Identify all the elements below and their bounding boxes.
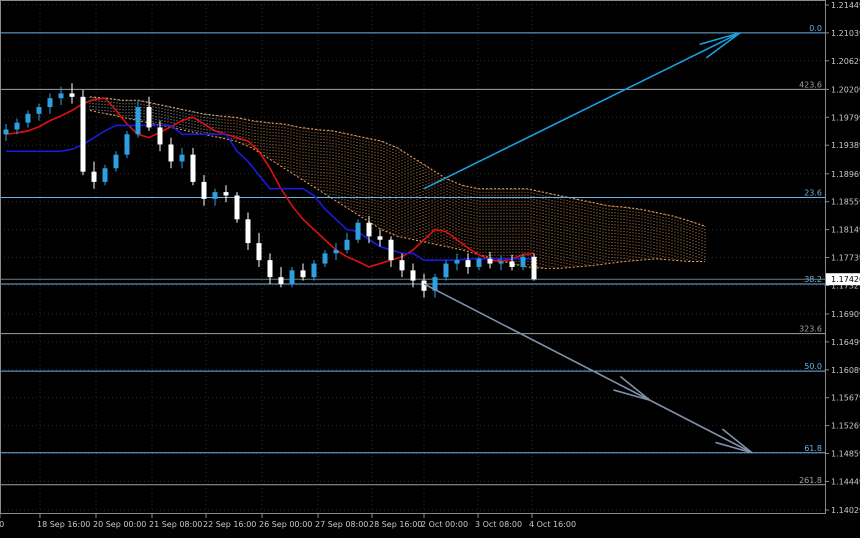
candle-body[interactable]: [377, 236, 383, 240]
price-axis-label: 1.18969: [831, 170, 860, 179]
fib-level-label: 261.8: [799, 476, 822, 485]
candle-body[interactable]: [366, 222, 372, 237]
price-axis-label: 1.20629: [831, 57, 860, 66]
candle-body[interactable]: [58, 93, 64, 99]
price-axis-label: 1.16909: [831, 310, 860, 319]
time-axis-label: 22 Sep 16:00: [203, 520, 256, 529]
candle-body[interactable]: [531, 256, 537, 280]
price-chart[interactable]: 0.0423.623.638.2323.650.061.8261.81.2144…: [0, 0, 860, 534]
fib-level-label: 423.6: [799, 80, 822, 89]
price-axis-label: 1.21449: [831, 1, 860, 10]
candle-body[interactable]: [256, 243, 262, 261]
time-axis-label: 2 Oct 00:00: [421, 520, 468, 529]
price-axis-label: 1.14449: [831, 477, 860, 486]
time-axis-label: 21 Sep 08:00: [149, 520, 202, 529]
time-axis-label: 00: [0, 520, 4, 529]
candle-body[interactable]: [36, 107, 42, 114]
fib-level-label: 50.0: [804, 362, 822, 371]
price-axis-label: 1.14029: [831, 506, 860, 515]
candle-body[interactable]: [80, 96, 86, 172]
candle-body[interactable]: [157, 127, 163, 145]
candle-body[interactable]: [399, 260, 405, 271]
fib-level-label: 0.0: [809, 24, 822, 33]
candle-body[interactable]: [465, 260, 471, 267]
chart-window[interactable]: 0.0 423.6 23.6 38.2 323.6 50.0 61.8 261.8 1.2144…: [0, 0, 860, 534]
price-axis-label: 1.15679: [831, 394, 860, 403]
candle-body[interactable]: [333, 249, 339, 254]
candle-body[interactable]: [223, 192, 229, 196]
candle-body[interactable]: [124, 134, 130, 155]
price-axis-label: 1.20209: [831, 85, 860, 94]
candle-body[interactable]: [190, 154, 196, 182]
candle-body[interactable]: [113, 154, 119, 169]
time-axis-label: 18 Sep 16:00: [37, 520, 90, 529]
price-axis-label: 1.21039: [831, 29, 860, 38]
time-axis-label: 27 Sep 08:00: [315, 520, 368, 529]
candle-body[interactable]: [179, 154, 185, 162]
price-axis-label: 1.19799: [831, 113, 860, 122]
time-axis-label: 3 Oct 08:00: [475, 520, 522, 529]
candle-body[interactable]: [322, 253, 328, 264]
candle-body[interactable]: [454, 260, 460, 264]
candle-body[interactable]: [245, 219, 251, 244]
candle-body[interactable]: [14, 122, 20, 130]
candle-body[interactable]: [388, 239, 394, 261]
price-axis-label: 1.18559: [831, 198, 860, 207]
fib-level-label: 61.8: [804, 444, 822, 453]
candle-body[interactable]: [355, 222, 361, 240]
candle-body[interactable]: [212, 192, 218, 199]
candle-body[interactable]: [47, 98, 53, 108]
time-axis-label: 20 Sep 00:00: [93, 520, 146, 529]
price-axis-label: 1.18149: [831, 226, 860, 235]
fib-level-label: 23.6: [804, 189, 822, 198]
price-axis-label: 1.14859: [831, 450, 860, 459]
candle-body[interactable]: [498, 261, 504, 264]
candle-body[interactable]: [344, 239, 350, 250]
time-axis-label: 26 Sep 00:00: [259, 520, 312, 529]
candle-body[interactable]: [25, 113, 31, 123]
candle-body[interactable]: [410, 270, 416, 281]
candle-body[interactable]: [146, 107, 152, 128]
candle-body[interactable]: [300, 270, 306, 278]
candle-body[interactable]: [69, 93, 75, 97]
candle-body[interactable]: [91, 171, 97, 182]
price-axis-label: 1.16499: [831, 338, 860, 347]
candle-body[interactable]: [476, 258, 482, 267]
time-axis-label: 4 Oct 16:00: [529, 520, 576, 529]
candle-body[interactable]: [168, 144, 174, 162]
candle-body[interactable]: [201, 181, 207, 199]
candle-body[interactable]: [234, 195, 240, 220]
candle-body[interactable]: [3, 129, 9, 135]
candle-body[interactable]: [278, 277, 284, 284]
candle-body[interactable]: [135, 107, 141, 135]
candle-body[interactable]: [311, 263, 317, 278]
candle-body[interactable]: [520, 256, 526, 267]
current-price-value: 1.17420: [831, 275, 860, 284]
candle-body[interactable]: [487, 258, 493, 264]
candle-body[interactable]: [267, 260, 273, 278]
price-axis-label: 1.17739: [831, 254, 860, 263]
time-axis-label: 28 Sep 16:00: [369, 520, 422, 529]
candle-body[interactable]: [289, 270, 295, 284]
candle-body[interactable]: [443, 263, 449, 278]
price-axis-label: 1.15269: [831, 422, 860, 431]
price-axis-label: 1.19389: [831, 141, 860, 150]
price-axis-label: 1.16089: [831, 366, 860, 375]
candle-body[interactable]: [102, 168, 108, 182]
candle-body[interactable]: [509, 261, 515, 267]
fib-level-label: 323.6: [799, 325, 822, 334]
